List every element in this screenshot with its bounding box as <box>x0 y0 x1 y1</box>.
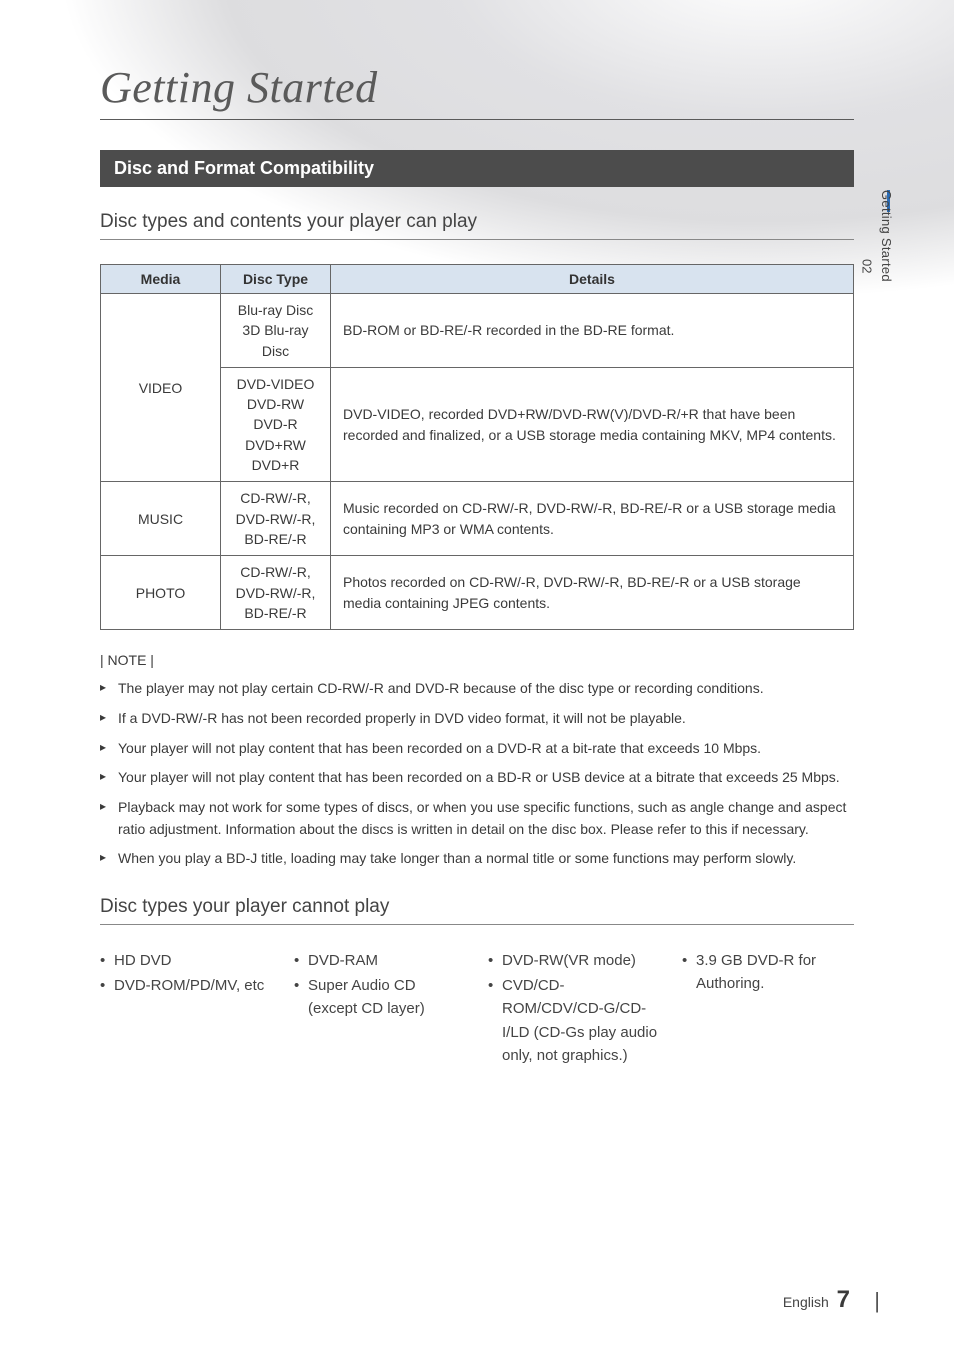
cell-video1-details: BD-ROM or BD-RE/-R recorded in the BD-RE… <box>331 294 854 368</box>
cell-music-details: Music recorded on CD-RW/-R, DVD-RW/-R, B… <box>331 482 854 556</box>
cell-photo-media: PHOTO <box>101 556 221 630</box>
notes-list: The player may not play certain CD-RW/-R… <box>100 678 854 870</box>
cell-video2-disctype: DVD-VIDEO DVD-RW DVD-R DVD+RW DVD+R <box>221 367 331 481</box>
cell-video-media: VIDEO <box>101 294 221 482</box>
cannot-item: DVD-RW(VR mode) <box>488 949 660 972</box>
cannot-item: CVD/CD-ROM/CDV/CD-G/CD-I/LD (CD-Gs play … <box>488 974 660 1067</box>
cannot-item: DVD-RAM <box>294 949 466 972</box>
cannot-item: 3.9 GB DVD-R for Authoring. <box>682 949 854 996</box>
footer-page-number: 7 <box>837 1286 850 1313</box>
note-item: The player may not play certain CD-RW/-R… <box>100 678 854 700</box>
cell-music-media: MUSIC <box>101 482 221 556</box>
cell-photo-details: Photos recorded on CD-RW/-R, DVD-RW/-R, … <box>331 556 854 630</box>
th-media: Media <box>101 265 221 294</box>
cannot-item: HD DVD <box>100 949 272 972</box>
page-footer: English 7 <box>783 1286 854 1314</box>
table-header-row: Media Disc Type Details <box>101 265 854 294</box>
cell-video2-details: DVD-VIDEO, recorded DVD+RW/DVD-RW(V)/DVD… <box>331 367 854 481</box>
note-item: When you play a BD-J title, loading may … <box>100 848 854 870</box>
cannot-play-columns: HD DVD DVD-ROM/PD/MV, etc DVD-RAM Super … <box>100 949 854 1069</box>
footer-language: English <box>783 1294 829 1310</box>
cell-video1-disctype: Blu-ray Disc 3D Blu-ray Disc <box>221 294 331 368</box>
footer-pipe: | <box>874 1288 880 1314</box>
subsection-can-play: Disc types and contents your player can … <box>100 211 854 240</box>
page-content: Getting Started Disc and Format Compatib… <box>0 0 954 1109</box>
cell-music-disctype: CD-RW/-R, DVD-RW/-R, BD-RE/-R <box>221 482 331 556</box>
cannot-col-3: DVD-RW(VR mode) CVD/CD-ROM/CDV/CD-G/CD-I… <box>488 949 660 1069</box>
subsection-cannot-play: Disc types your player cannot play <box>100 896 854 925</box>
note-item: Your player will not play content that h… <box>100 767 854 789</box>
table-row: VIDEO Blu-ray Disc 3D Blu-ray Disc BD-RO… <box>101 294 854 368</box>
table-row: MUSIC CD-RW/-R, DVD-RW/-R, BD-RE/-R Musi… <box>101 482 854 556</box>
note-item: Your player will not play content that h… <box>100 738 854 760</box>
cell-photo-disctype: CD-RW/-R, DVD-RW/-R, BD-RE/-R <box>221 556 331 630</box>
cannot-item: DVD-ROM/PD/MV, etc <box>100 974 272 997</box>
cannot-col-1: HD DVD DVD-ROM/PD/MV, etc <box>100 949 272 1069</box>
cannot-col-2: DVD-RAM Super Audio CD (except CD layer) <box>294 949 466 1069</box>
note-heading: | NOTE | <box>100 652 854 668</box>
section-heading-bar: Disc and Format Compatibility <box>100 150 854 187</box>
note-item: If a DVD-RW/-R has not been recorded pro… <box>100 708 854 730</box>
cannot-col-4: 3.9 GB DVD-R for Authoring. <box>682 949 854 1069</box>
chapter-title: Getting Started <box>100 62 854 120</box>
th-disc-type: Disc Type <box>221 265 331 294</box>
cannot-item: Super Audio CD (except CD layer) <box>294 974 466 1021</box>
th-details: Details <box>331 265 854 294</box>
note-item: Playback may not work for some types of … <box>100 797 854 840</box>
compatibility-table: Media Disc Type Details VIDEO Blu-ray Di… <box>100 264 854 630</box>
table-row: PHOTO CD-RW/-R, DVD-RW/-R, BD-RE/-R Phot… <box>101 556 854 630</box>
